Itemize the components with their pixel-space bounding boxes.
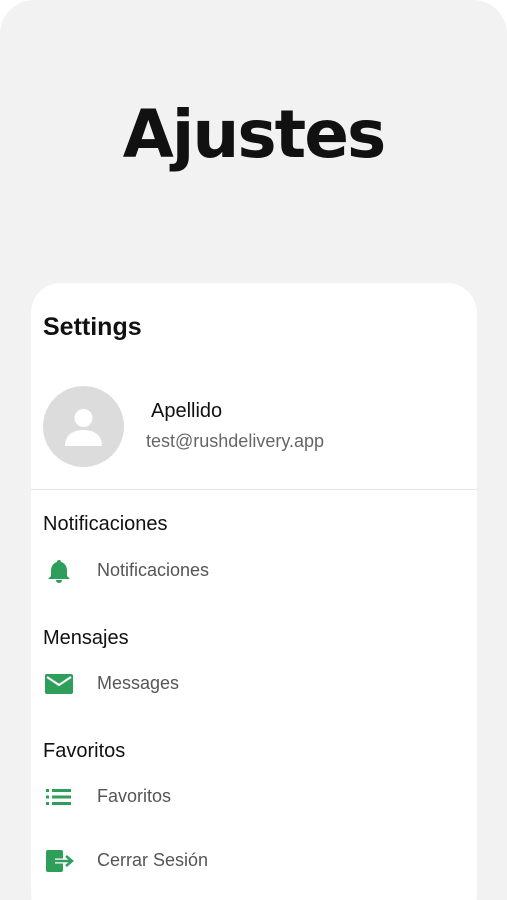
settings-item-label: Notificaciones (97, 560, 210, 580)
section-heading-messages: Mensajes (43, 627, 129, 649)
divider (31, 489, 477, 490)
bell-icon (48, 560, 70, 583)
section-heading-notifications: Notificaciones (43, 513, 168, 535)
user-icon (65, 409, 102, 446)
settings-card: Settings Apellido test@rushdelivery.app … (31, 283, 477, 900)
settings-item-messages[interactable]: Messages (43, 664, 463, 704)
profile-section[interactable]: Apellido test@rushdelivery.app (43, 386, 463, 468)
logout-label: Cerrar Sesión (97, 850, 209, 870)
settings-item-notifications[interactable]: Notificaciones (43, 551, 463, 591)
section-heading-favorites: Favoritos (43, 740, 126, 762)
logout-button[interactable]: Cerrar Sesión (43, 841, 463, 881)
settings-item-label: Messages (97, 673, 180, 693)
envelope-icon (45, 674, 73, 694)
page-title: Ajustes (122, 96, 387, 173)
profile-email: test@rushdelivery.app (146, 431, 325, 451)
profile-name: Apellido (151, 400, 223, 422)
settings-item-favorites[interactable]: Favoritos (43, 777, 463, 817)
app-screen: Ajustes Settings Apellido test@rushdeliv… (0, 0, 507, 900)
avatar[interactable] (43, 386, 124, 467)
list-icon (46, 789, 71, 805)
settings-item-label: Favoritos (97, 786, 172, 806)
logout-icon (46, 850, 74, 872)
card-title: Settings (43, 313, 142, 341)
